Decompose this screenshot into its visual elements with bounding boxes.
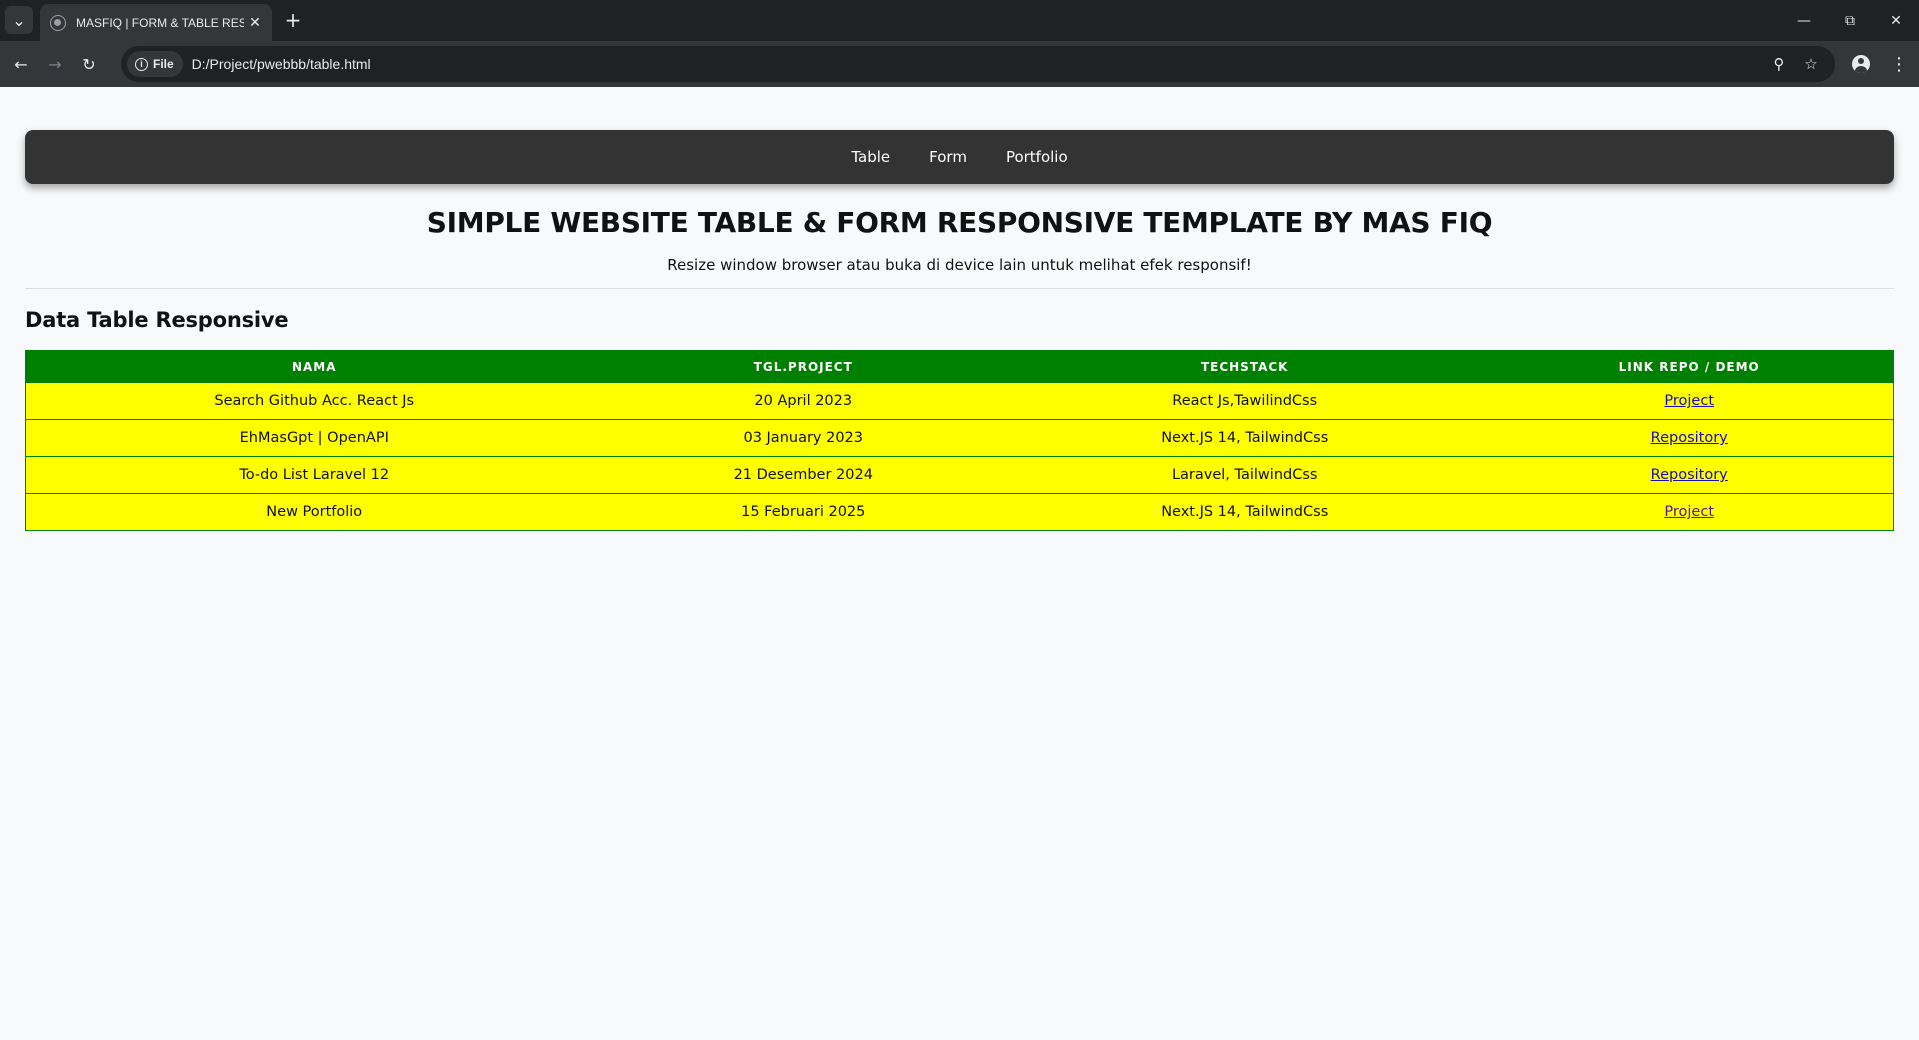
cell-date: 03 January 2023 [602, 419, 1005, 457]
close-window-icon[interactable]: ✕ [1873, 0, 1919, 41]
new-tab-plus-icon[interactable]: + [281, 8, 305, 32]
back-arrow-icon[interactable]: ← [4, 47, 38, 81]
data-table: Nama Tgl.Project Techstack Link Repo / D… [25, 350, 1894, 531]
restore-icon[interactable]: ⧉ [1827, 0, 1873, 41]
cell-date: 21 Desember 2024 [602, 456, 1005, 494]
table-row: To-do List Laravel 12 21 Desember 2024 L… [25, 456, 1894, 494]
reload-icon[interactable]: ↻ [72, 47, 106, 81]
project-link[interactable]: Project [1664, 393, 1714, 409]
cell-nama: To-do List Laravel 12 [25, 456, 603, 494]
close-tab-icon[interactable]: ✕ [246, 15, 264, 31]
divider [25, 288, 1894, 289]
cell-nama: Search Github Acc. React Js [25, 382, 603, 420]
page-content: Table Form Portfolio SIMPLE WEBSITE TABL… [0, 130, 1919, 531]
nav-link-table[interactable]: Table [851, 148, 890, 166]
nav-link-form[interactable]: Form [929, 148, 967, 166]
repository-link[interactable]: Repository [1651, 467, 1728, 483]
column-header-link: Link Repo / Demo [1618, 359, 1760, 374]
table-row: EhMasGpt | OpenAPI 03 January 2023 Next.… [25, 419, 1894, 457]
browser-toolbar: ← → ↻ i File D:/Project/pwebbb/table.htm… [0, 41, 1919, 87]
section-title: Data Table Responsive [25, 308, 289, 332]
cell-nama: EhMasGpt | OpenAPI [25, 419, 603, 457]
url-text[interactable]: D:/Project/pwebbb/table.html [192, 56, 371, 72]
forward-arrow-icon[interactable]: → [38, 47, 72, 81]
table-row: New Portfolio 15 Februari 2025 Next.JS 1… [25, 493, 1894, 531]
cell-date: 15 Februari 2025 [602, 493, 1005, 531]
nav-link-portfolio[interactable]: Portfolio [1006, 148, 1068, 166]
table-row: Search Github Acc. React Js 20 April 202… [25, 382, 1894, 420]
info-icon: i [135, 57, 148, 71]
page-subtitle: Resize window browser atau buka di devic… [667, 256, 1252, 274]
site-info-chip[interactable]: i File [127, 51, 183, 77]
column-header-tgl-project: Tgl.Project [753, 359, 853, 374]
table-header-row: Nama Tgl.Project Techstack Link Repo / D… [25, 350, 1894, 383]
tab-search-chevron-icon[interactable]: ⌄ [5, 6, 33, 34]
profile-avatar-icon[interactable] [1848, 51, 1874, 77]
cell-techstack: Laravel, TailwindCss [1004, 456, 1486, 494]
cell-link: Project [1485, 382, 1894, 420]
cell-techstack: React Js,TawilindCss [1004, 382, 1486, 420]
project-link[interactable]: Project [1664, 504, 1714, 520]
browser-menu-icon[interactable]: ⋮ [1886, 51, 1912, 77]
repository-link[interactable]: Repository [1651, 430, 1728, 446]
column-header-techstack: Techstack [1200, 359, 1289, 374]
window-controls: — ⧉ ✕ [1781, 0, 1919, 41]
cell-link: Repository [1485, 456, 1894, 494]
zoom-icon[interactable]: ⚲ [1763, 55, 1795, 73]
bookmark-star-icon[interactable]: ☆ [1795, 55, 1827, 73]
cell-techstack: Next.JS 14, TailwindCss [1004, 419, 1486, 457]
site-info-label: File [153, 57, 174, 71]
cell-techstack: Next.JS 14, TailwindCss [1004, 493, 1486, 531]
address-bar[interactable]: i File D:/Project/pwebbb/table.html ⚲ ☆ [121, 46, 1835, 82]
cell-date: 20 April 2023 [602, 382, 1005, 420]
cell-link: Repository [1485, 419, 1894, 457]
cell-link: Project [1485, 493, 1894, 531]
column-header-nama: Nama [291, 359, 337, 374]
minimize-icon[interactable]: — [1781, 0, 1827, 41]
browser-tabstrip: ⌄ MASFIQ | FORM & TABLE RESPONSIVE ✕ + —… [0, 0, 1919, 41]
browser-tab[interactable]: MASFIQ | FORM & TABLE RESPONSIVE ✕ [40, 4, 272, 41]
cell-nama: New Portfolio [25, 493, 603, 531]
top-navbar: Table Form Portfolio [25, 130, 1894, 184]
globe-icon [50, 14, 66, 31]
page-title: SIMPLE WEBSITE TABLE & FORM RESPONSIVE T… [426, 206, 1493, 239]
tab-title: MASFIQ | FORM & TABLE RESPONSIVE [76, 15, 244, 30]
